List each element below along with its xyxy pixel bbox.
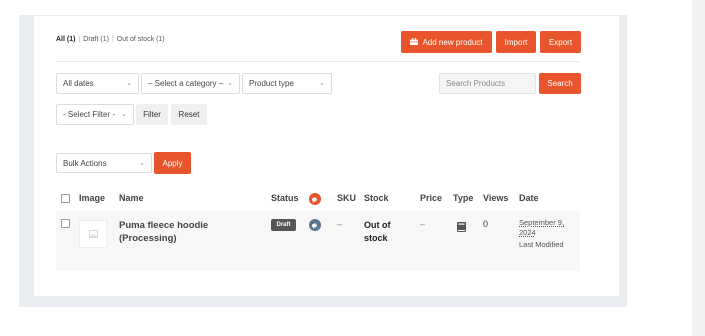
price-value: –	[420, 219, 426, 229]
filter-select[interactable]: - Select Filter - ⌄	[56, 104, 134, 125]
image-placeholder-icon	[88, 225, 98, 243]
add-new-product-label: Add new product	[422, 37, 483, 47]
chevron-down-icon: ⌄	[126, 80, 132, 87]
search-products-input[interactable]: Search Products	[439, 73, 536, 94]
product-type-select-value: Product type	[249, 79, 294, 88]
search-placeholder: Search Products	[446, 79, 506, 88]
product-type-select[interactable]: Product type ⌄	[242, 73, 332, 94]
filter-select-value: - Select Filter -	[63, 110, 116, 119]
views-value: 0	[483, 219, 489, 229]
header-divider	[56, 61, 580, 62]
bulk-actions-value: Bulk Actions	[63, 158, 107, 168]
tab-all[interactable]: All (1)	[56, 36, 75, 43]
right-sidebar	[692, 0, 705, 336]
header-type: Type	[453, 193, 474, 203]
chevron-down-icon: ⌄	[319, 80, 325, 87]
megaphone-icon[interactable]	[309, 219, 321, 231]
date-note: Last Modified	[519, 240, 564, 249]
dates-select[interactable]: All dates ⌄	[56, 73, 139, 94]
search-button[interactable]: Search	[539, 73, 581, 94]
import-button[interactable]: Import	[496, 31, 536, 53]
megaphone-icon	[309, 193, 321, 205]
briefcase-icon	[410, 37, 419, 47]
header-status: Status	[271, 193, 299, 203]
stock-value: Out of stock	[364, 220, 391, 243]
dates-select-value: All dates	[63, 79, 94, 88]
status-badge: Draft	[271, 219, 296, 231]
chevron-down-icon: ⌄	[121, 111, 127, 118]
chevron-down-icon: ⌄	[227, 80, 233, 87]
row-checkbox[interactable]	[61, 219, 70, 228]
header-image: Image	[79, 193, 106, 203]
header-name[interactable]: Name	[119, 193, 144, 203]
tab-draft[interactable]: Draft (1)	[83, 36, 109, 43]
select-all-checkbox[interactable]	[61, 194, 70, 203]
date-value: September 9, 2024	[519, 218, 565, 237]
filter-button[interactable]: Filter	[136, 104, 168, 125]
category-select-value: – Select a category –	[148, 79, 224, 88]
tab-out-of-stock[interactable]: Out of stock (1)	[117, 36, 165, 43]
status-tabs: All (1) | Draft (1) | Out of stock (1)	[56, 36, 165, 43]
category-select[interactable]: – Select a category – ⌄	[141, 73, 240, 94]
add-new-product-button[interactable]: Add new product	[401, 31, 492, 53]
chevron-down-icon: ⌄	[139, 160, 145, 167]
apply-button[interactable]: Apply	[154, 152, 191, 174]
bulk-actions-select[interactable]: Bulk Actions ⌄	[56, 153, 152, 173]
header-price[interactable]: Price	[420, 193, 442, 203]
sku-value: –	[337, 219, 343, 229]
export-button[interactable]: Export	[540, 31, 581, 53]
header-views: Views	[483, 193, 509, 203]
product-thumbnail[interactable]	[79, 220, 107, 248]
header-date[interactable]: Date	[519, 193, 539, 203]
book-icon	[457, 219, 466, 237]
header-stock: Stock	[364, 193, 389, 203]
header-sku[interactable]: SKU	[337, 193, 356, 203]
reset-button[interactable]: Reset	[171, 104, 207, 125]
product-name-link[interactable]: Puma fleece hoodie (Processing)	[119, 219, 259, 245]
